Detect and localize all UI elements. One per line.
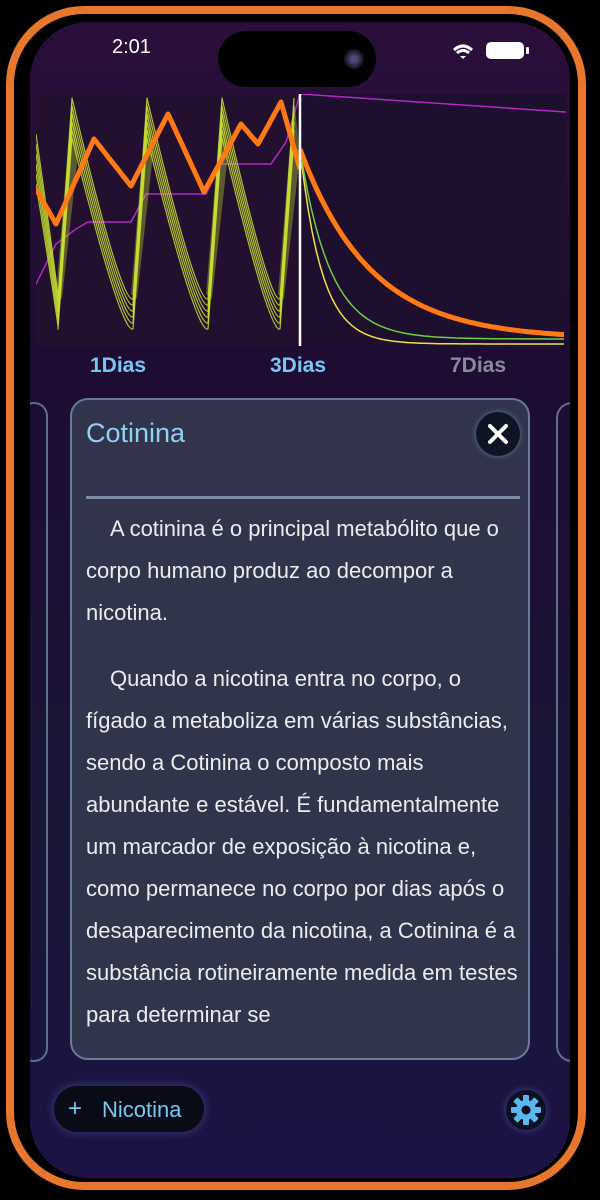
next-card-edge[interactable] (556, 402, 570, 1062)
timeline-label-day3[interactable]: 3Dias (270, 354, 326, 378)
gear-icon (511, 1095, 541, 1125)
concentration-chart[interactable] (36, 94, 566, 346)
plus-icon: + (68, 1095, 83, 1122)
add-substance-label: Nicotina (102, 1097, 182, 1122)
battery-icon (486, 42, 529, 59)
card-divider (86, 496, 520, 499)
previous-card-edge[interactable] (30, 402, 48, 1062)
card-title: Cotinina (86, 418, 186, 448)
timeline-label-day7[interactable]: 7Dias (450, 354, 506, 378)
close-button[interactable] (476, 412, 520, 456)
timeline-axis[interactable]: 1Dias 3Dias 7Dias (30, 350, 570, 386)
card-description: A cotinina é o principal metabólito que … (86, 508, 518, 1058)
status-icons (450, 40, 540, 65)
timeline-label-day1[interactable]: 1Dias (90, 354, 146, 378)
status-time: 2:01 (112, 36, 151, 58)
app-screen: 2:01 1Dias 3Dias 7Dias Cotinina A cotini… (30, 22, 570, 1178)
settings-button[interactable] (506, 1090, 546, 1130)
close-icon (488, 424, 508, 444)
camera-icon (344, 49, 364, 69)
wifi-icon (453, 44, 473, 59)
card-paragraph-1: A cotinina é o principal metabólito que … (86, 516, 499, 625)
substance-info-card: Cotinina A cotinina é o principal metabó… (70, 398, 530, 1060)
dynamic-island (218, 31, 376, 87)
card-paragraph-2: Quando a nicotina entra no corpo, o fíga… (86, 666, 518, 1027)
add-substance-button[interactable]: + Nicotina (54, 1086, 204, 1132)
